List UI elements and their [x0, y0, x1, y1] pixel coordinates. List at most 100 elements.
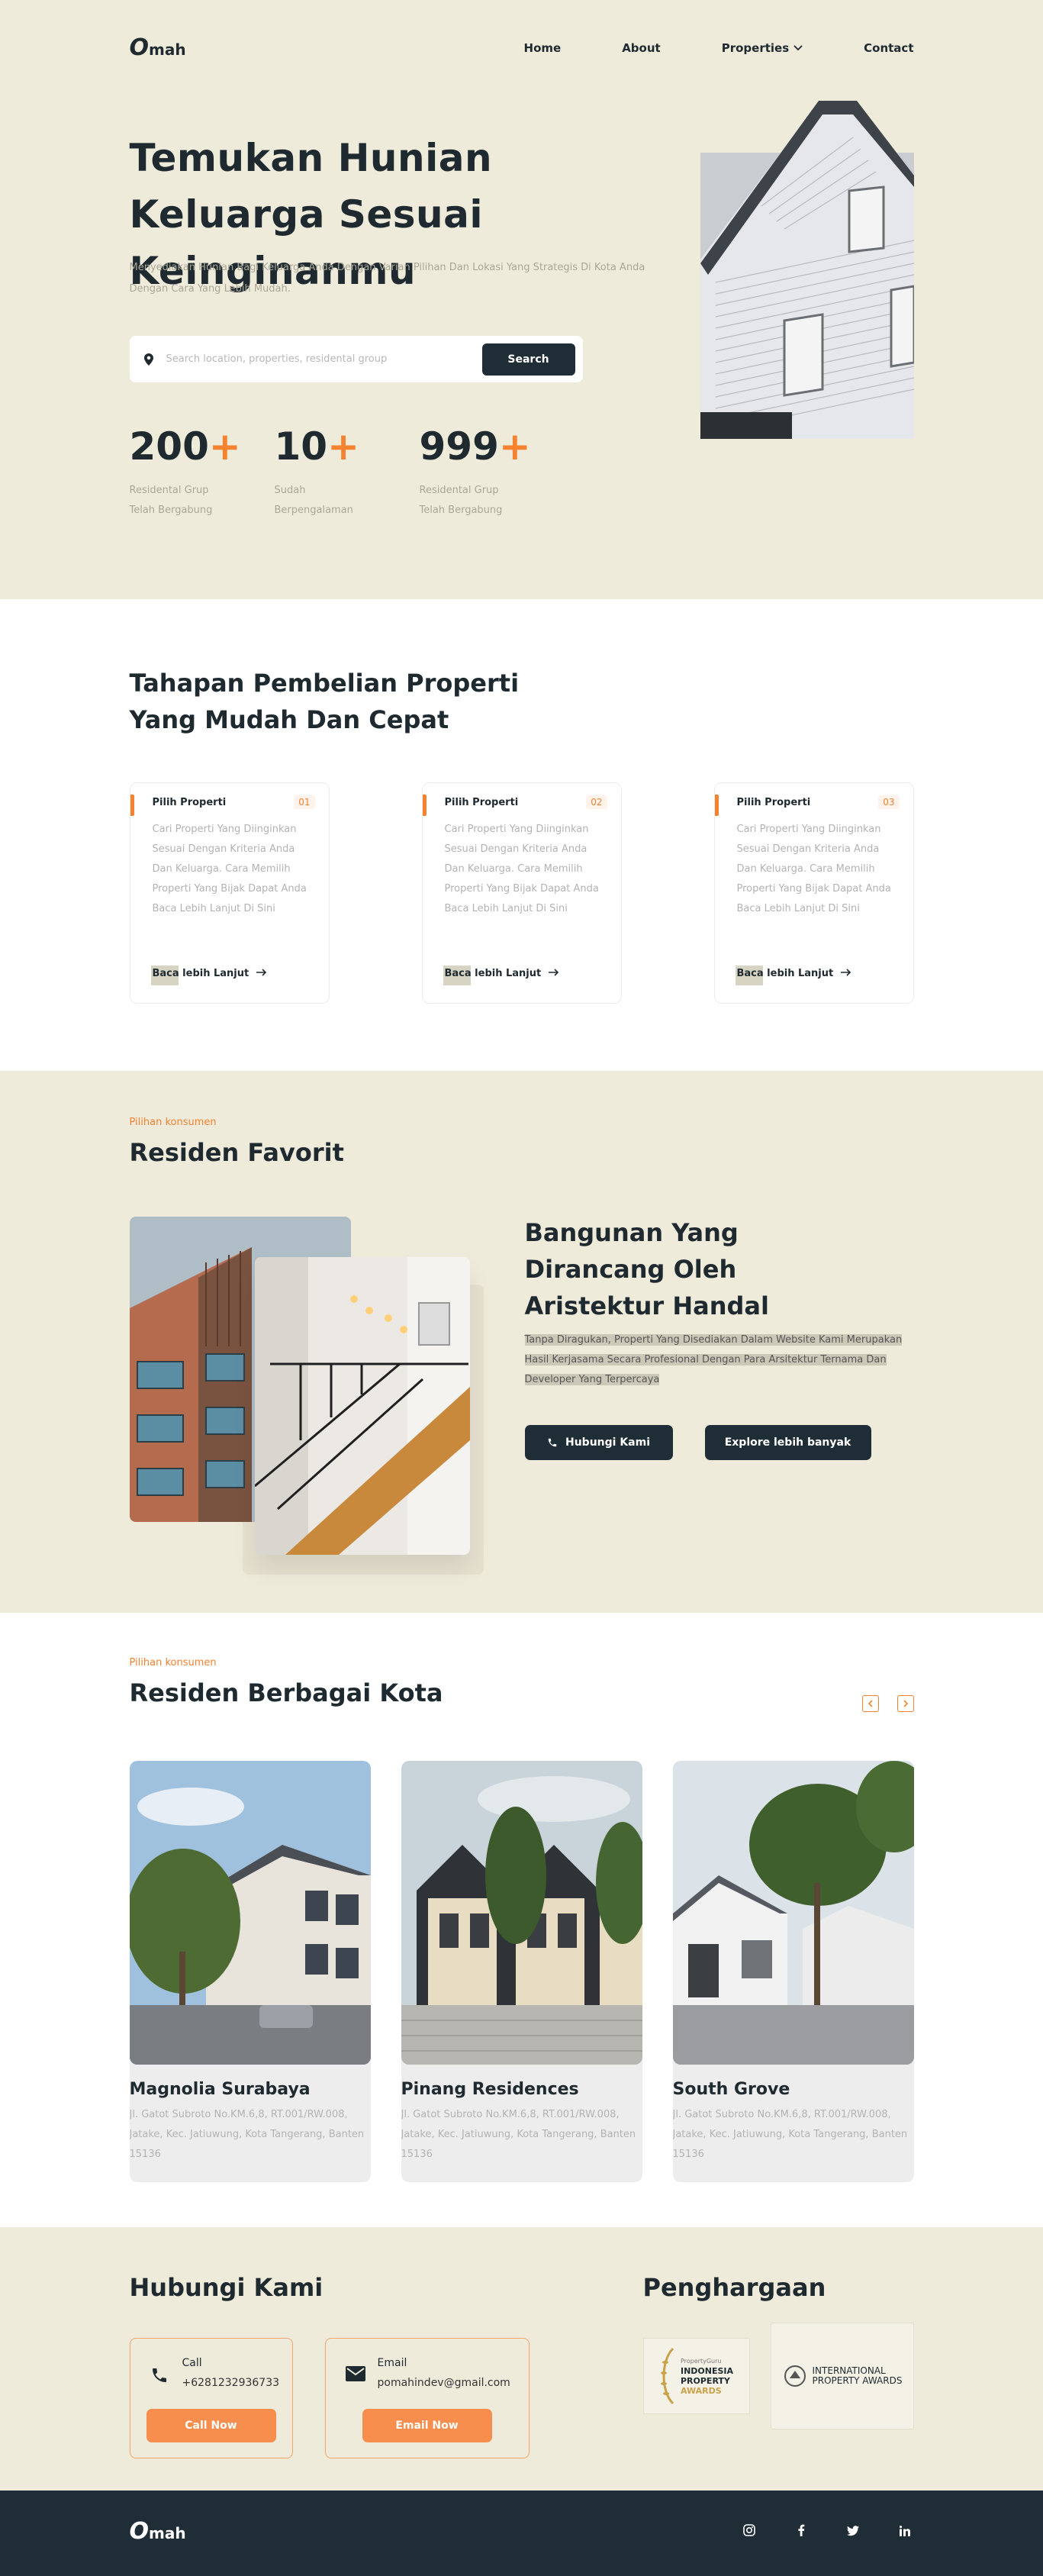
hero-subtitle: Menyediakan Hunian Bagi Keluarga Anda De… [129, 262, 645, 295]
arrow-right-icon [841, 968, 851, 979]
steps-section: Tahapan Pembelian Properti Yang Mudah Da… [0, 599, 1043, 1071]
arrow-right-icon [256, 968, 267, 979]
award-line: PROPERTY [680, 2376, 730, 2386]
stat-plus: + [208, 424, 241, 469]
step-card-number: 02 [586, 795, 607, 809]
section-kicker: Pilihan konsumen [129, 1657, 217, 1668]
listing-image [129, 1761, 371, 2065]
favorite-paragraph-text: Tanpa Diragukan, Properti Yang Disediaka… [524, 1334, 903, 1385]
contact-title: Hubungi Kami [129, 2273, 324, 2302]
step-card-desc: Cari Properti Yang Diinginkan Sesuai Den… [736, 824, 891, 914]
email-address: pomahindev@gmail.com [377, 2377, 510, 2389]
step-card-accent [714, 795, 719, 816]
stat-label: Residental Grup Telah Bergabung [419, 485, 503, 516]
twitter-icon[interactable] [844, 2525, 862, 2539]
read-more-label: Baca lebih Lanjut [444, 968, 542, 979]
logo[interactable]: Omah [130, 34, 186, 61]
chevron-down-icon [794, 44, 803, 50]
phone-icon [150, 2366, 169, 2387]
nav-about[interactable]: About [622, 41, 661, 55]
navbar: Omah Home About Properties Contact [130, 0, 914, 95]
hero-section: Omah Home About Properties Contact Temuk… [0, 0, 1043, 599]
award-line: INDONESIA [680, 2366, 734, 2376]
section-kicker: Pilihan konsumen [129, 1117, 217, 1128]
contact-us-label: Hubungi Kami [565, 1436, 650, 1449]
stat-number: 10 [274, 424, 328, 469]
stat-item: 999+ Residental Grup Telah Bergabung [420, 421, 565, 521]
explore-more-button[interactable]: Explore lebih banyak [704, 1425, 871, 1460]
facebook-icon[interactable] [792, 2524, 810, 2539]
stat-label: Sudah Berpengalaman [274, 485, 353, 516]
read-more-link[interactable]: Baca lebih Lanjut [735, 966, 852, 985]
footer-logo[interactable]: Omah [130, 2518, 186, 2545]
read-more-label: Baca lebih Lanjut [152, 968, 249, 979]
stat-item: 200+ Residental Grup Telah Bergabung [130, 421, 275, 521]
listing-address: Jl. Gatot Subroto No.KM.6,8, RT.001/RW.0… [672, 2109, 908, 2160]
listing-card[interactable]: South Grove Jl. Gatot Subroto No.KM.6,8,… [672, 1761, 914, 2182]
step-card: Pilih Properti 03 Cari Properti Yang Dii… [713, 782, 914, 1004]
award-line: PropertyGuru [680, 2358, 722, 2365]
awards-title: Penghargaan [642, 2273, 826, 2302]
next-button[interactable] [897, 1695, 914, 1712]
logo-text: mah [149, 2524, 186, 2542]
favorite-heading: Bangunan Yang Dirancang Oleh Aristektur … [524, 1218, 769, 1320]
nav-contact[interactable]: Contact [864, 41, 913, 55]
carousel-arrows [861, 1695, 914, 1712]
instagram-icon[interactable] [740, 2524, 758, 2539]
read-more-link[interactable]: Baca lebih Lanjut [443, 966, 560, 985]
logo-text: mah [149, 40, 186, 59]
nav-home[interactable]: Home [524, 41, 562, 55]
listing-name: Magnolia Surabaya [129, 2080, 311, 2099]
stat-number: 999 [419, 424, 499, 469]
listing-card[interactable]: Magnolia Surabaya Jl. Gatot Subroto No.K… [129, 1761, 371, 2182]
email-now-button[interactable]: Email Now [362, 2409, 492, 2442]
contact-us-button[interactable]: Hubungi Kami [524, 1425, 673, 1460]
search-button[interactable]: Search [481, 343, 575, 376]
section-title: Residen Favorit [129, 1138, 344, 1167]
listing-name: South Grove [672, 2080, 790, 2099]
arrow-right-icon [549, 968, 559, 979]
stat-plus: + [327, 424, 359, 469]
listing-address: Jl. Gatot Subroto No.KM.6,8, RT.001/RW.0… [401, 2109, 636, 2160]
stat-number: 200 [129, 424, 209, 469]
contact-section: Hubungi Kami Penghargaan Call +628123293… [0, 2227, 1043, 2491]
linkedin-icon[interactable] [896, 2525, 914, 2539]
email-card: Email pomahindev@gmail.com Email Now [324, 2338, 530, 2458]
step-cards: Pilih Properti 01 Cari Properti Yang Dii… [129, 782, 914, 1004]
logo-mark: O [129, 2518, 150, 2545]
footer: Omah [0, 2491, 1043, 2576]
step-card: Pilih Properti 01 Cari Properti Yang Dii… [129, 782, 330, 1004]
award-line: AWARDS [680, 2386, 722, 2396]
step-card-accent [130, 795, 134, 816]
section-title: Residen Berbagai Kota [129, 1678, 443, 1707]
search-input[interactable] [166, 353, 482, 365]
listing-name: Pinang Residences [401, 2080, 579, 2099]
call-now-button[interactable]: Call Now [146, 2409, 276, 2442]
step-card-desc: Cari Properti Yang Diinginkan Sesuai Den… [444, 824, 599, 914]
crest-icon [784, 2365, 806, 2387]
read-more-label: Baca lebih Lanjut [736, 968, 834, 979]
nav-properties-label: Properties [721, 40, 790, 55]
listing-cards: Magnolia Surabaya Jl. Gatot Subroto No.K… [129, 1761, 914, 2182]
read-more-link[interactable]: Baca lebih Lanjut [150, 966, 268, 985]
prev-button[interactable] [861, 1695, 879, 1712]
step-card-accent [422, 795, 427, 816]
cities-section: Pilihan konsumen Residen Berbagai Kota M… [0, 1613, 1043, 2227]
nav-properties[interactable]: Properties [722, 41, 803, 55]
mail-icon [345, 2366, 365, 2384]
chevron-left-icon [868, 1700, 873, 1707]
stairs-interior-image [254, 1257, 470, 1555]
favorite-buttons: Hubungi Kami Explore lebih banyak [524, 1425, 871, 1460]
favorite-section: Pilihan konsumen Residen Favorit Banguna… [0, 1071, 1043, 1613]
laurel-icon [660, 2347, 674, 2405]
favorite-paragraph: Tanpa Diragukan, Properti Yang Disediaka… [524, 1330, 914, 1390]
social-links [740, 2524, 914, 2539]
listing-image [672, 1761, 914, 2065]
call-number: +6281232936733 [182, 2377, 280, 2389]
listing-image [401, 1761, 642, 2065]
phone-icon [548, 1438, 557, 1447]
location-pin-icon [142, 353, 156, 366]
step-card-title: Pilih Properti [736, 797, 811, 808]
stats: 200+ Residental Grup Telah Bergabung 10+… [130, 421, 565, 521]
listing-card[interactable]: Pinang Residences Jl. Gatot Subroto No.K… [401, 1761, 642, 2182]
